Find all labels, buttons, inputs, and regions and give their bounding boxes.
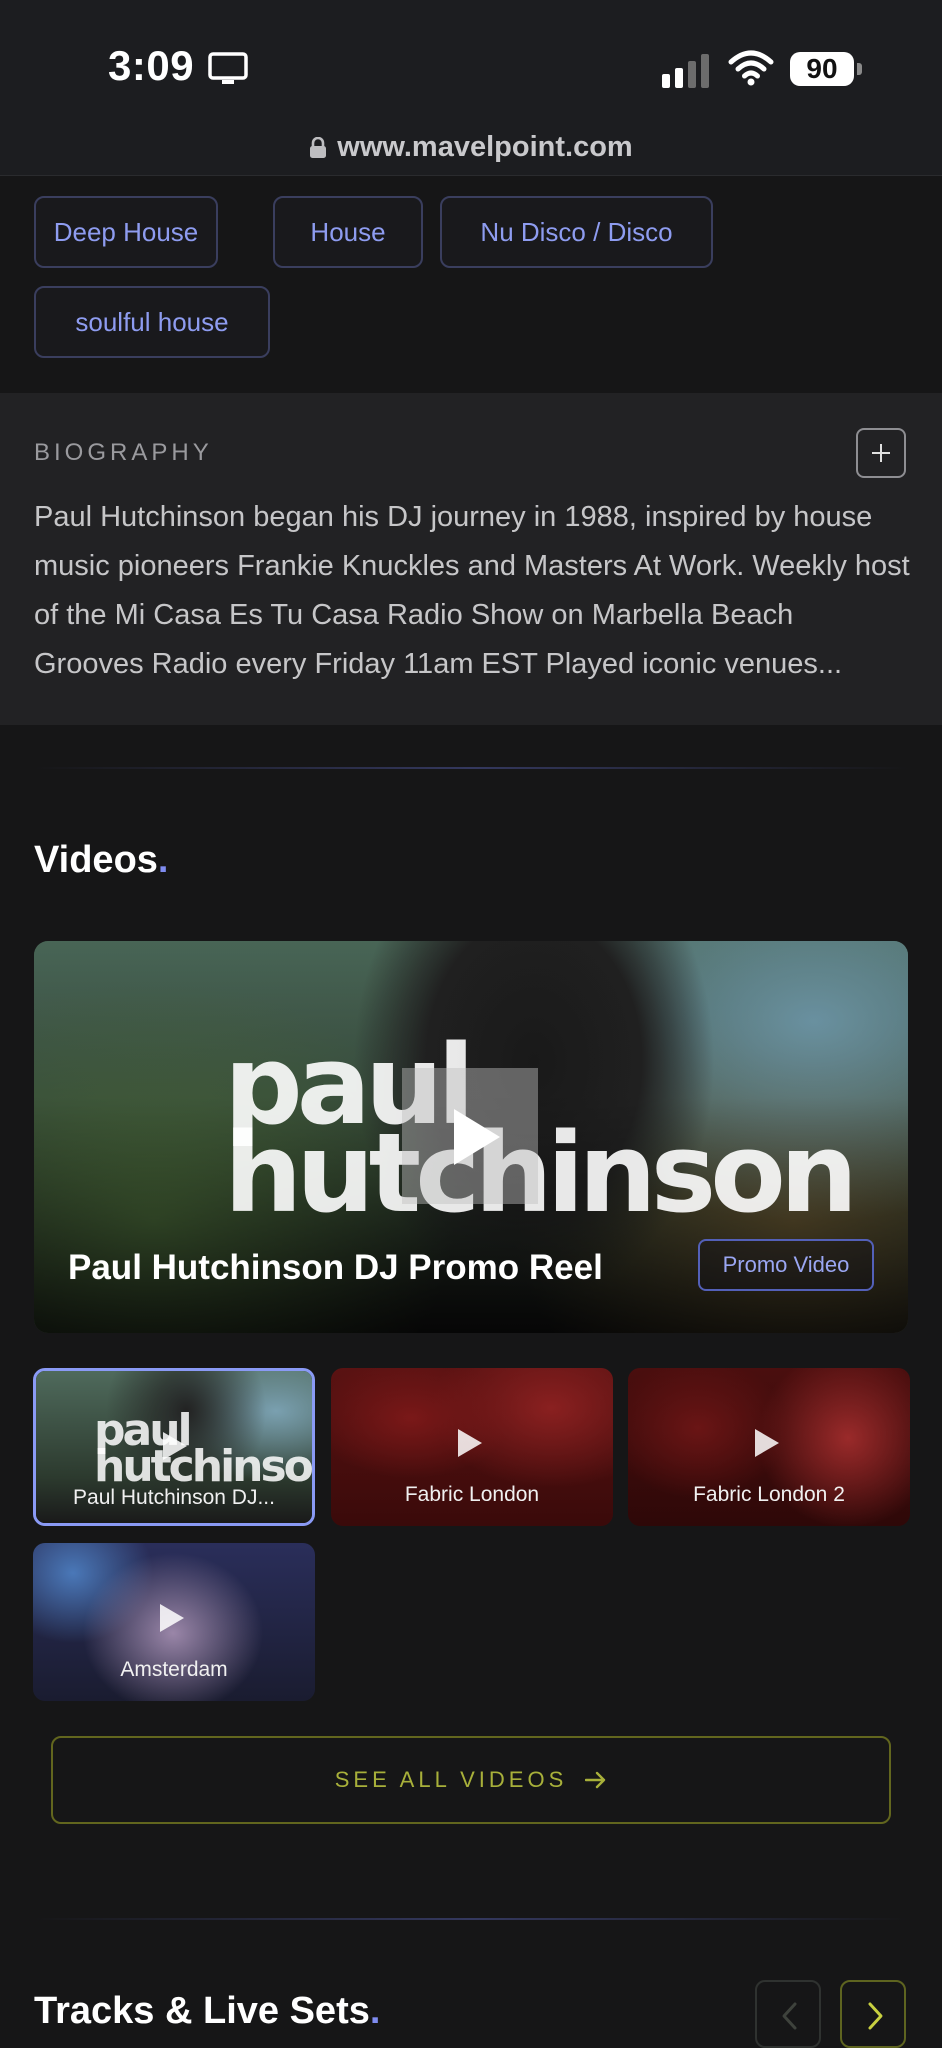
- cellular-signal-icon: [662, 54, 709, 88]
- video-thumbnail-card[interactable]: paul hutchinson Paul Hutchinson DJ...: [33, 1368, 315, 1526]
- video-thumbnail-card[interactable]: Fabric London 2: [628, 1368, 910, 1526]
- battery-percent: 90: [806, 53, 838, 84]
- carousel-next-button[interactable]: [840, 1980, 906, 2048]
- section-divider: [34, 767, 908, 769]
- status-time: 3:09: [108, 42, 195, 89]
- video-label: Fabric London 2: [693, 1483, 845, 1506]
- videos-heading: Videos.: [34, 839, 169, 881]
- play-icon: [454, 1109, 500, 1165]
- biography-text: Paul Hutchinson began his DJ journey in …: [34, 501, 910, 680]
- genre-chip[interactable]: soulful house: [34, 286, 270, 358]
- video-type-badge: Promo Video: [698, 1239, 874, 1291]
- video-label: Fabric London: [404, 1483, 540, 1506]
- battery-indicator: 90: [790, 52, 862, 86]
- chevron-left-icon: [782, 2002, 797, 2030]
- video-thumbnail-card[interactable]: Amsterdam: [33, 1543, 315, 1701]
- genre-chip[interactable]: Nu Disco / Disco: [440, 196, 713, 268]
- featured-video[interactable]: paul hutchinson Paul Hutchinson DJ Promo…: [34, 941, 908, 1333]
- url-text: www.mavelpoint.com: [337, 131, 633, 163]
- genre-chip[interactable]: Deep House: [34, 196, 218, 268]
- lock-icon: [310, 136, 327, 158]
- tracks-heading: Tracks & Live Sets.: [34, 1990, 381, 2032]
- video-label: Paul Hutchinson DJ...: [73, 1486, 275, 1509]
- see-all-videos-label: SEE ALL VIDEOS: [334, 1767, 568, 1792]
- carousel-prev-button[interactable]: [755, 1980, 821, 2048]
- artist-wordmark-logo: paul hutchinson: [224, 1021, 858, 1237]
- section-divider: [34, 1918, 908, 1920]
- address-bar[interactable]: www.mavelpoint.com: [0, 120, 942, 176]
- arrow-right-icon: [585, 1771, 606, 1789]
- biography-heading: BIOGRAPHY: [34, 439, 213, 466]
- video-thumbnail-card[interactable]: Fabric London: [331, 1368, 613, 1526]
- screen-mirroring-icon: [208, 52, 248, 84]
- play-icon: [163, 1432, 187, 1460]
- chevron-right-icon: [868, 2002, 883, 2030]
- artist-wordmark-logo: paul hutchinson: [94, 1405, 315, 1492]
- genre-chip[interactable]: House: [273, 196, 423, 268]
- expand-biography-button[interactable]: [856, 428, 906, 478]
- play-icon: [458, 1429, 482, 1457]
- play-icon: [160, 1604, 184, 1632]
- featured-video-title: Paul Hutchinson DJ Promo Reel: [68, 1248, 603, 1287]
- biography-section: BIOGRAPHY Paul Hutchinson began his DJ j…: [0, 393, 942, 725]
- status-bar: 3:09 90: [0, 0, 942, 120]
- video-label: Amsterdam: [120, 1658, 228, 1681]
- play-icon: [755, 1429, 779, 1457]
- wifi-icon: [728, 50, 774, 86]
- see-all-videos-button[interactable]: SEE ALL VIDEOS: [51, 1736, 891, 1824]
